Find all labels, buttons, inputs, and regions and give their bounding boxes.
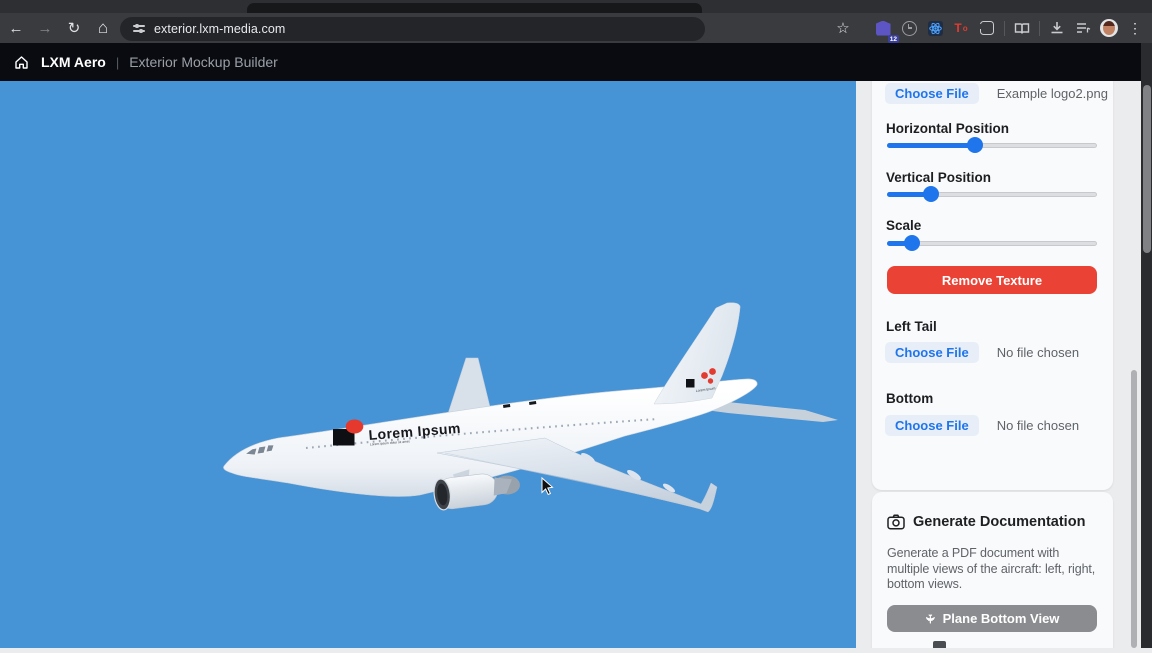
app-header: LXM Aero | Exterior Mockup Builder xyxy=(0,43,1152,81)
page-title: Exterior Mockup Builder xyxy=(129,54,278,70)
aircraft-viewport[interactable]: Lorem Ipsum Lorem Ipsum Lorem ipsum dolo… xyxy=(0,81,856,648)
extension-purple-icon[interactable]: 12 xyxy=(870,15,896,41)
choose-file-button[interactable]: Choose File xyxy=(885,83,979,104)
texture-panel: Choose File Example logo2.png Horizontal… xyxy=(872,81,1113,490)
site-info-icon[interactable] xyxy=(133,24,145,33)
reading-list-icon[interactable] xyxy=(1070,15,1096,41)
extension-square-icon[interactable] xyxy=(974,15,1000,41)
header-divider: | xyxy=(116,55,119,70)
slider-thumb[interactable] xyxy=(904,235,920,251)
file-status: No file chosen xyxy=(997,345,1079,360)
sidebar-scrollbar-thumb[interactable] xyxy=(1131,370,1137,648)
reading-book-icon[interactable] xyxy=(1009,15,1035,41)
right-logo-file-row: Choose File Example logo2.png xyxy=(872,83,1113,104)
slider-fill xyxy=(887,143,975,148)
generate-doc-description: Generate a PDF document with multiple vi… xyxy=(872,546,1113,593)
camera-icon xyxy=(887,514,905,530)
download-icon[interactable] xyxy=(1044,15,1070,41)
remove-texture-button[interactable]: Remove Texture xyxy=(887,266,1097,294)
back-icon[interactable]: ← xyxy=(3,16,29,40)
home-icon[interactable]: ⌂ xyxy=(90,16,116,40)
url-text[interactable]: exterior.lxm-media.com xyxy=(154,22,285,36)
slider-thumb[interactable] xyxy=(923,186,939,202)
toolbar-right: ☆ 12 To xyxy=(830,13,1148,43)
slider-label-scale: Scale xyxy=(872,218,921,233)
extension-history-icon[interactable] xyxy=(896,15,922,41)
horizontal-position-slider[interactable] xyxy=(887,137,1097,153)
browser-tab-strip xyxy=(0,0,1152,13)
aircraft-render: Lorem Ipsum Lorem Ipsum Lorem ipsum dolo… xyxy=(0,81,856,648)
section-label-left-tail: Left Tail xyxy=(872,319,937,334)
page-scrollbar-thumb[interactable] xyxy=(1143,85,1151,253)
reload-icon[interactable]: ↻ xyxy=(61,16,87,40)
slider-label-vertical: Vertical Position xyxy=(872,170,991,185)
brand-name[interactable]: LXM Aero xyxy=(41,54,106,70)
menu-kebab-icon[interactable]: ⋮ xyxy=(1122,15,1148,41)
generate-doc-header: Generate Documentation xyxy=(872,514,1085,530)
toolbar-divider xyxy=(1039,21,1040,36)
choose-file-button[interactable]: Choose File xyxy=(885,342,979,363)
selected-file-name: Example logo2.png xyxy=(997,86,1108,101)
controls-sidebar: Choose File Example logo2.png Horizontal… xyxy=(856,81,1141,648)
extension-red-icon[interactable]: To xyxy=(948,15,974,41)
file-status: No file chosen xyxy=(997,418,1079,433)
plane-bottom-view-button[interactable]: ✈ Plane Bottom View xyxy=(887,605,1097,632)
section-label-bottom: Bottom xyxy=(872,391,933,406)
active-tab[interactable] xyxy=(247,3,702,13)
bookmark-star-icon[interactable]: ☆ xyxy=(830,15,856,41)
slider-thumb[interactable] xyxy=(967,137,983,153)
left-tail-file-row: Choose File No file chosen xyxy=(872,342,1113,363)
slider-label-horizontal: Horizontal Position xyxy=(872,121,1009,136)
toolbar-divider xyxy=(1004,21,1005,36)
forward-icon[interactable]: → xyxy=(32,16,58,40)
choose-file-button[interactable]: Choose File xyxy=(885,415,979,436)
bottom-file-row: Choose File No file chosen xyxy=(872,415,1113,436)
extension-atom-icon[interactable] xyxy=(922,15,948,41)
generate-documentation-panel: Generate Documentation Generate a PDF do… xyxy=(872,492,1113,648)
scale-slider[interactable] xyxy=(887,235,1097,251)
next-element-partial xyxy=(933,641,946,648)
generate-doc-title: Generate Documentation xyxy=(913,514,1085,530)
address-bar[interactable]: exterior.lxm-media.com xyxy=(120,17,705,41)
atom-glyph xyxy=(929,22,942,35)
plane-down-icon: ✈ xyxy=(923,613,937,623)
vertical-position-slider[interactable] xyxy=(887,186,1097,202)
page-scrollbar[interactable] xyxy=(1141,43,1152,648)
app-home-icon[interactable] xyxy=(14,55,29,70)
profile-avatar[interactable] xyxy=(1096,15,1122,41)
plane-bottom-view-label: Plane Bottom View xyxy=(943,611,1060,626)
mouse-cursor xyxy=(542,478,553,495)
